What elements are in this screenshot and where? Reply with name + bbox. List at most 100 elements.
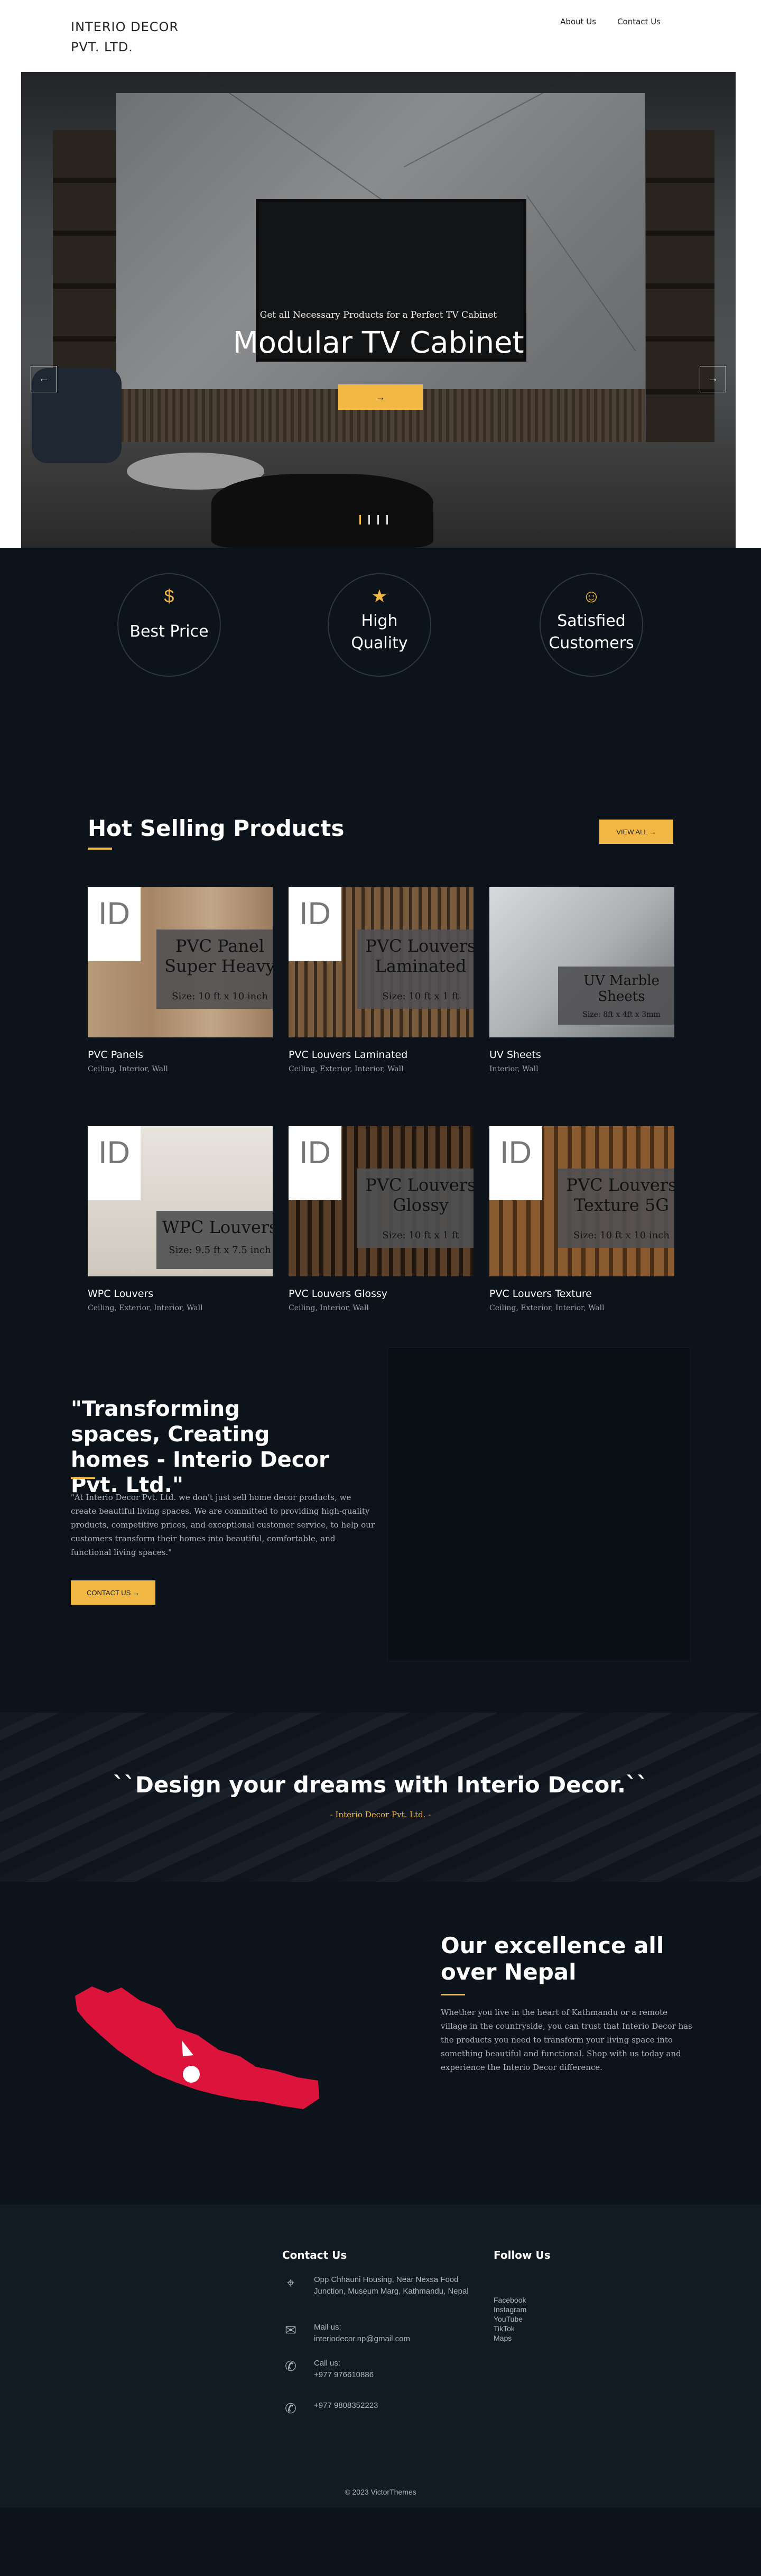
hero-title: Modular TV Cabinet <box>233 326 524 360</box>
footer-call-2: ✆ +977 9808352223 <box>282 2400 478 2417</box>
slider-dot[interactable] <box>386 515 388 525</box>
call-label: Call us: <box>314 2359 341 2368</box>
product-card[interactable]: UV Marble Sheets Size: 8ft x 4ft x 3mm UV… <box>489 887 674 1073</box>
product-card[interactable]: ID PVC Louvers Laminated Size: 10 ft x 1 … <box>289 887 474 1073</box>
product-image-label: PVC Panel Super Heavy <box>164 936 273 976</box>
feature-high-quality: ★ High Quality <box>328 573 431 677</box>
phone-link[interactable]: +977 976610886 <box>314 2369 478 2381</box>
location-pin-icon: ⌖ <box>286 2275 295 2290</box>
product-name[interactable]: PVC Panels <box>88 1049 273 1061</box>
mail-link[interactable]: interiodecor.np@gmail.com <box>314 2333 478 2345</box>
best-price-icon: $ <box>164 586 174 606</box>
hero-slider: Get all Necessary Products for a Perfect… <box>21 72 736 548</box>
product-image-label: PVC Louvers Laminated <box>365 936 474 976</box>
youtube-link[interactable]: YouTube <box>494 2314 526 2324</box>
feature-satisfied-customers: ☺ Satisfied Customers <box>540 573 643 677</box>
mail-label: Mail us: <box>314 2323 341 2332</box>
product-image-label: UV Marble Sheets <box>583 973 660 1005</box>
instagram-link[interactable]: Instagram <box>494 2305 526 2314</box>
phone-icon: ✆ <box>285 2400 296 2416</box>
product-name[interactable]: PVC Louvers Texture <box>489 1288 674 1300</box>
footer-follow-title: Follow Us <box>494 2249 551 2261</box>
contact-us-button[interactable]: CONTACT US → <box>71 1580 155 1605</box>
about-quote: "Transforming spaces, Creating homes - I… <box>71 1397 329 1497</box>
product-image-size: Size: 10 ft x 10 inch <box>573 1230 670 1241</box>
sun-icon <box>183 2066 200 2083</box>
product-card[interactable]: ID PVC Panel Super Heavy Size: 10 ft x 10… <box>88 887 273 1073</box>
product-image[interactable]: UV Marble Sheets Size: 8ft x 4ft x 3mm <box>489 887 674 1037</box>
slider-dot[interactable] <box>377 515 379 525</box>
hero-subtitle: Get all Necessary Products for a Perfect… <box>259 310 497 320</box>
brand-logo: ID <box>88 1126 141 1200</box>
product-name[interactable]: WPC Louvers <box>88 1288 273 1300</box>
nav-about-us[interactable]: About Us <box>560 17 596 26</box>
slider-next-button[interactable]: → <box>700 366 726 392</box>
phone-icon: ✆ <box>285 2358 296 2374</box>
nepal-map <box>75 1986 319 2109</box>
product-card[interactable]: ID PVC Louvers Texture 5G Size: 10 ft x 1… <box>489 1126 674 1312</box>
slider-dot[interactable] <box>368 515 370 525</box>
phone-link[interactable]: +977 9808352223 <box>314 2400 478 2412</box>
title-underline <box>441 1994 465 1995</box>
nepal-text: Whether you live in the heart of Kathman… <box>441 2008 692 2072</box>
product-tags: Ceiling, Exterior, Interior, Wall <box>88 1304 203 1312</box>
hero-cta-button[interactable]: → <box>338 384 423 410</box>
footer-address: ⌖ Opp Chhauni Housing, Near Nexsa Food J… <box>282 2274 478 2297</box>
product-card[interactable]: ID WPC Louvers Size: 9.5 ft x 7.5 inch WP… <box>88 1126 273 1312</box>
product-name[interactable]: PVC Louvers Glossy <box>289 1288 474 1300</box>
slider-prev-button[interactable]: ← <box>31 366 57 392</box>
feature-label: Satisfied Customers <box>549 612 634 652</box>
feature-best-price: $ Best Price <box>117 573 221 677</box>
footer-call: ✆ Call us: +977 976610886 <box>282 2358 478 2381</box>
section-title: Hot Selling Products <box>88 815 345 841</box>
tiktok-link[interactable]: TikTok <box>494 2324 526 2333</box>
medal-icon: ★ <box>371 586 388 606</box>
product-image-size: Size: 8ft x 4ft x 3mm <box>582 1010 661 1019</box>
product-tags: Ceiling, Exterior, Interior, Wall <box>489 1304 605 1312</box>
title-underline <box>71 1477 95 1479</box>
maps-link[interactable]: Maps <box>494 2333 526 2343</box>
product-image-label: PVC Louvers Texture 5G <box>566 1175 674 1215</box>
nav-contact-us[interactable]: Contact Us <box>617 17 661 26</box>
product-card[interactable]: ID PVC Louvers Glossy Size: 10 ft x 1 ft … <box>289 1126 474 1312</box>
video-embed[interactable] <box>388 1348 690 1661</box>
title-underline <box>88 848 112 850</box>
address-text: Opp Chhauni Housing, Near Nexsa Food Jun… <box>314 2275 469 2296</box>
product-tags: Ceiling, Interior, Wall <box>289 1304 369 1312</box>
copyright-text: © 2023 VictorThemes <box>345 2488 416 2496</box>
features-section: $ Best Price ★ High Quality ☺ Satisfied … <box>0 548 761 775</box>
about-section: "Transforming spaces, Creating homes - I… <box>0 1348 761 1713</box>
product-image-size: Size: 10 ft x 1 ft <box>382 991 459 1002</box>
product-name[interactable]: PVC Louvers Laminated <box>289 1049 474 1061</box>
product-image[interactable]: ID PVC Louvers Laminated Size: 10 ft x 1 … <box>289 887 474 1037</box>
footer-contact-title: Contact Us <box>282 2249 347 2261</box>
footer-mail: ✉ Mail us: interiodecor.np@gmail.com <box>282 2322 478 2345</box>
facebook-link[interactable]: Facebook <box>494 2295 526 2305</box>
product-image[interactable]: ID WPC Louvers Size: 9.5 ft x 7.5 inch <box>88 1126 273 1276</box>
product-tags: Interior, Wall <box>489 1065 539 1073</box>
nepal-section: Our excellence all over Nepal Whether yo… <box>0 1882 761 2204</box>
feature-label: High Quality <box>351 612 408 652</box>
site-footer: Contact Us Follow Us ⌖ Opp Chhauni Housi… <box>0 2204 761 2508</box>
product-image-label: WPC Louvers <box>162 1217 273 1237</box>
main-nav: About Us Contact Us <box>560 17 661 26</box>
about-text: "At Interio Decor Pvt. Ltd. we don't jus… <box>71 1493 375 1557</box>
product-image[interactable]: ID PVC Panel Super Heavy Size: 10 ft x 10… <box>88 887 273 1037</box>
product-image-label: PVC Louvers Glossy <box>365 1175 474 1215</box>
banner-subtitle: - Interio Decor Pvt. Ltd. - <box>330 1810 431 1819</box>
product-image[interactable]: ID PVC Louvers Glossy Size: 10 ft x 1 ft <box>289 1126 474 1276</box>
handshake-icon: ☺ <box>582 586 601 606</box>
product-grid: ID PVC Panel Super Heavy Size: 10 ft x 10… <box>88 887 674 1312</box>
brand-logo: ID <box>489 1126 542 1200</box>
product-image[interactable]: ID PVC Louvers Texture 5G Size: 10 ft x 1… <box>489 1126 674 1276</box>
hero-section: Get all Necessary Products for a Perfect… <box>0 72 761 548</box>
slider-dot[interactable] <box>359 515 361 525</box>
feature-label: Best Price <box>129 622 209 641</box>
product-image-size: Size: 10 ft x 10 inch <box>172 991 268 1002</box>
view-all-button[interactable]: VIEW ALL → <box>599 820 673 844</box>
mail-icon: ✉ <box>285 2322 296 2338</box>
site-header: INTERIO DECOR PVT. LTD. About Us Contact… <box>0 0 761 72</box>
product-image-size: Size: 9.5 ft x 7.5 inch <box>169 1245 271 1256</box>
product-name[interactable]: UV Sheets <box>489 1049 674 1061</box>
site-logo[interactable]: INTERIO DECOR PVT. LTD. <box>71 17 208 57</box>
